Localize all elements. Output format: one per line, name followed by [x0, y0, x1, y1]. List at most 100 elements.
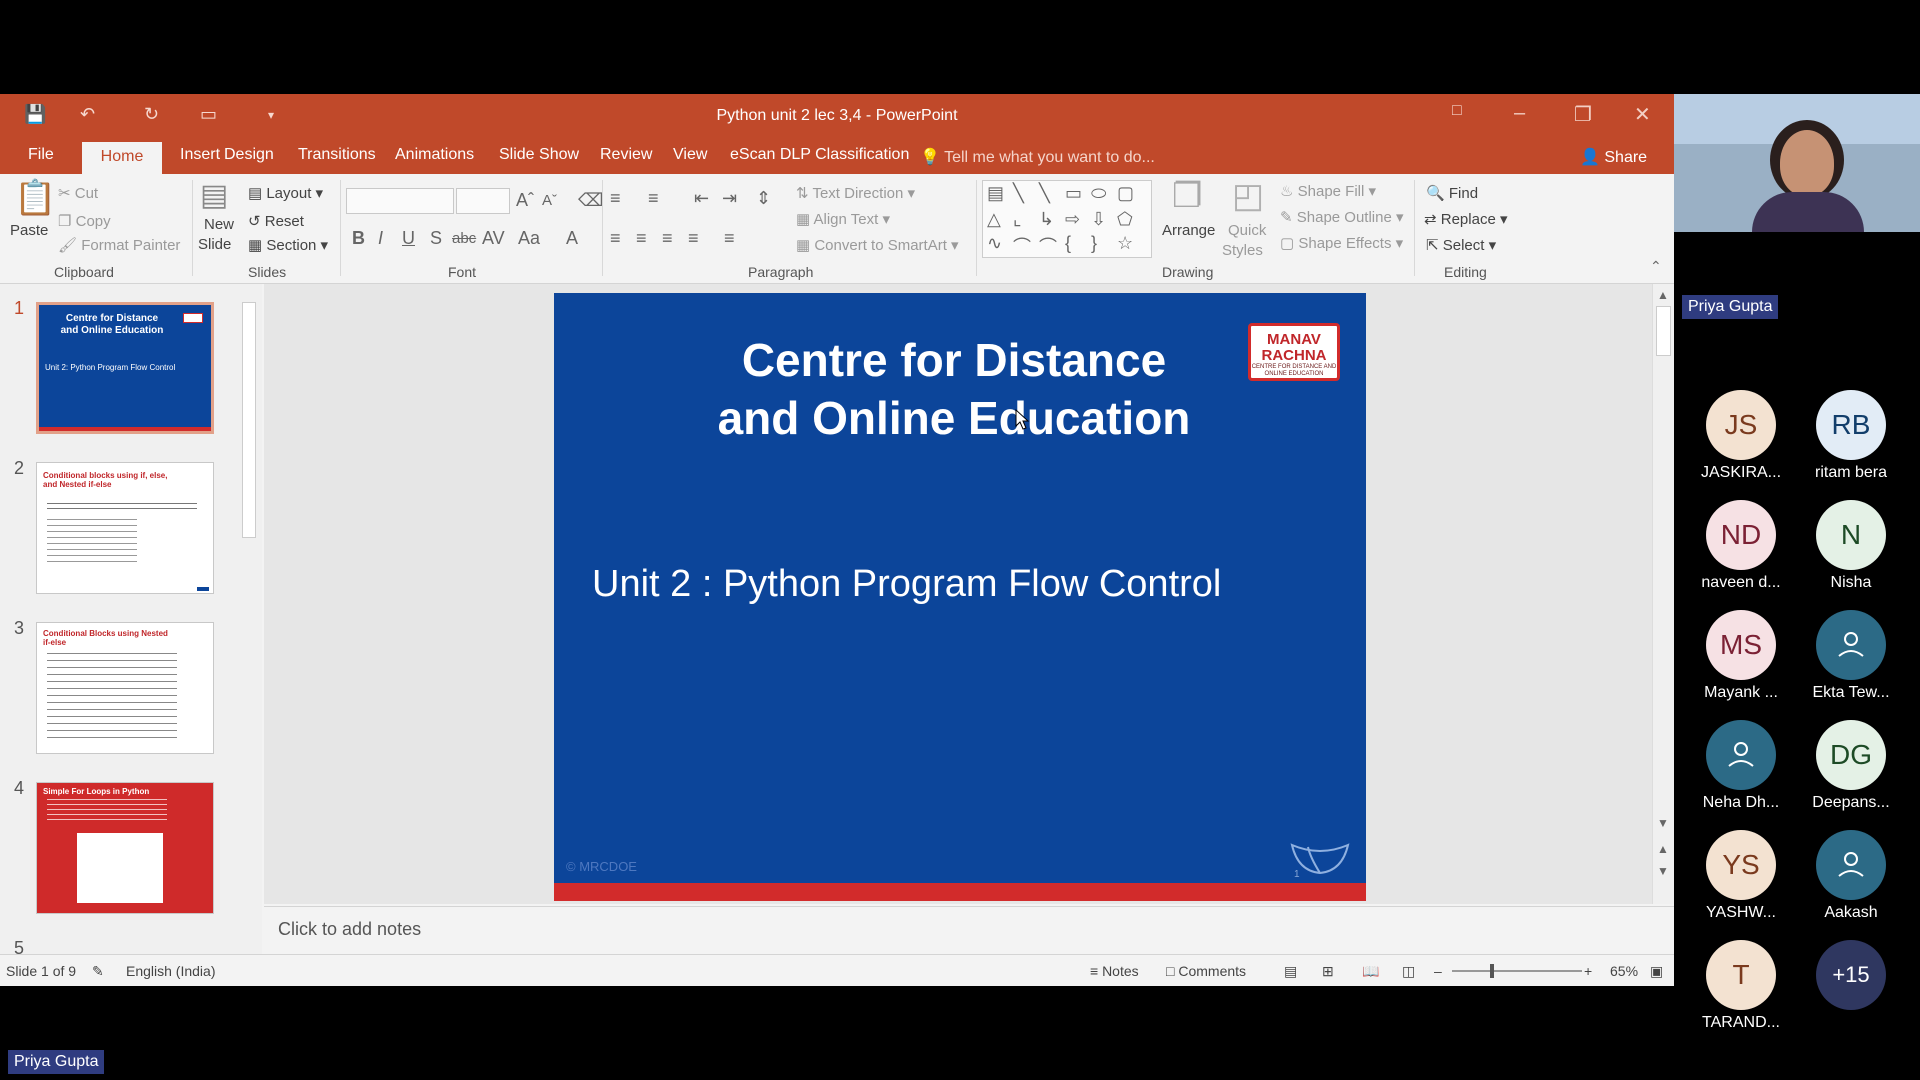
participant-tile[interactable]: Ekta Tew... [1806, 610, 1896, 702]
shape-outline-button[interactable]: ✎ Shape Outline ▾ [1280, 208, 1404, 226]
thumbnail-slide-3[interactable]: Conditional Blocks using Nested if-else [36, 622, 214, 754]
tab-escan[interactable]: eScan DLP Classification [730, 146, 909, 164]
align-center-icon[interactable]: ≡ [636, 228, 647, 249]
zoom-out-icon[interactable]: – [1434, 963, 1442, 979]
elbow-connector-icon[interactable]: ⌞ [1013, 209, 1021, 230]
tab-home[interactable]: Home [82, 142, 162, 174]
fit-to-window-icon[interactable]: ▣ [1650, 963, 1663, 980]
tab-slideshow[interactable]: Slide Show [499, 146, 579, 164]
notes-button[interactable]: ≡ Notes [1090, 963, 1139, 979]
line-shape-icon[interactable]: ╲ [1013, 183, 1024, 204]
thumbnail-slide-4[interactable]: Simple For Loops in Python [36, 782, 214, 914]
align-left-icon[interactable]: ≡ [610, 228, 621, 249]
slide-scrollbar[interactable]: ▲ ▼ ▲ ▼ [1652, 284, 1674, 904]
font-color-icon[interactable]: A [566, 228, 578, 249]
close-icon[interactable]: ✕ [1634, 102, 1651, 127]
participant-tile[interactable]: JS JASKIRA... [1696, 390, 1786, 482]
freeform-shape-icon[interactable]: ∿ [987, 233, 1002, 254]
participant-tile[interactable]: N Nisha [1806, 500, 1896, 592]
columns-icon[interactable]: ≡ [724, 228, 735, 249]
participant-tile[interactable]: MS Mayank ... [1696, 610, 1786, 702]
thumbnails-scroll-thumb[interactable] [242, 302, 256, 538]
char-spacing-icon[interactable]: AV [482, 228, 505, 249]
slide-subtitle[interactable]: Unit 2 : Python Program Flow Control [592, 563, 1221, 606]
slide-sorter-icon[interactable]: ⊞ [1322, 963, 1334, 980]
share-button[interactable]: 👤 Share [1580, 147, 1647, 167]
reading-view-icon[interactable]: 📖 [1362, 963, 1379, 980]
tell-me-search[interactable]: 💡 Tell me what you want to do... [920, 147, 1155, 167]
quick-styles-button[interactable]: Quick [1228, 222, 1266, 239]
shape-effects-button[interactable]: ▢ Shape Effects ▾ [1280, 234, 1403, 252]
shape-fill-button[interactable]: ♨ Shape Fill ▾ [1280, 182, 1376, 200]
zoom-in-icon[interactable]: + [1584, 963, 1592, 979]
bold-icon[interactable]: B [352, 228, 365, 249]
participant-tile[interactable]: DG Deepans... [1806, 720, 1896, 812]
change-case-icon[interactable]: Aa [518, 228, 540, 249]
tab-review[interactable]: Review [600, 146, 652, 164]
participant-tile[interactable]: YS YASHW... [1696, 830, 1786, 922]
underline-icon[interactable]: U [402, 228, 415, 249]
increase-indent-icon[interactable]: ⇥ [722, 188, 737, 209]
font-name-input[interactable] [346, 188, 454, 214]
slide-scroll-thumb[interactable] [1656, 306, 1671, 356]
rounded-rect-shape-icon[interactable]: ▢ [1117, 183, 1134, 204]
quick-styles-icon[interactable]: ◰ [1232, 176, 1264, 216]
scroll-down-icon[interactable]: ▼ [1657, 816, 1669, 830]
numbering-icon[interactable]: ≡ [648, 188, 659, 209]
align-right-icon[interactable]: ≡ [662, 228, 673, 249]
elbow-arrow-icon[interactable]: ↳ [1039, 209, 1054, 230]
oval-shape-icon[interactable]: ⬭ [1091, 183, 1106, 204]
arrow-line-shape-icon[interactable]: ╲ [1039, 183, 1050, 204]
notes-placeholder[interactable]: Click to add notes [278, 919, 421, 940]
participant-tile[interactable]: +15 [1806, 940, 1896, 1014]
slide-title[interactable]: Centre for Distance and Online Education [674, 331, 1234, 447]
format-painter-button[interactable]: 🖌 Format Painter [58, 236, 180, 254]
section-button[interactable]: ▦ Section ▾ [248, 236, 328, 254]
pentagon-shape-icon[interactable]: ⬠ [1117, 209, 1133, 230]
left-brace-shape-icon[interactable]: { [1065, 233, 1071, 254]
next-slide-icon[interactable]: ▼ [1657, 864, 1669, 878]
copy-button[interactable]: ❐ Copy [58, 212, 111, 230]
shapes-gallery[interactable]: ▤ ╲ ╲ ▭ ⬭ ▢ △ ⌞ ↳ ⇨ ⇩ ⬠ ∿ ⌒ ⌒ { } ☆ [982, 180, 1152, 258]
tab-design[interactable]: Design [224, 146, 274, 164]
zoom-slider[interactable] [1452, 964, 1582, 978]
paste-button[interactable]: Paste [10, 222, 48, 239]
collapse-ribbon-icon[interactable]: ⌃ [1650, 258, 1662, 275]
align-text-button[interactable]: ▦ Align Text ▾ [796, 210, 890, 228]
ribbon-display-icon[interactable]: □ [1452, 102, 1462, 120]
participant-tile[interactable]: Aakash [1806, 830, 1896, 922]
participant-tile[interactable]: RB ritam bera [1806, 390, 1896, 482]
participant-tile[interactable]: ND naveen d... [1696, 500, 1786, 592]
thumbnail-slide-2[interactable]: Conditional blocks using if, else, and N… [36, 462, 214, 594]
thumbnails-scrollbar[interactable] [240, 284, 258, 954]
normal-view-icon[interactable]: ▤ [1284, 963, 1297, 980]
quick-styles-button-line2[interactable]: Styles [1222, 242, 1263, 259]
right-arrow-shape-icon[interactable]: ⇨ [1065, 209, 1080, 230]
justify-icon[interactable]: ≡ [688, 228, 699, 249]
shadow-icon[interactable]: S [430, 228, 442, 249]
cut-button[interactable]: ✂ Cut [58, 184, 98, 202]
tab-view[interactable]: View [673, 146, 707, 164]
convert-smartart-button[interactable]: ▦ Convert to SmartArt ▾ [796, 236, 959, 254]
notes-pane[interactable]: Click to add notes [264, 906, 1674, 954]
select-button[interactable]: ⇱ Select ▾ [1426, 236, 1496, 254]
participant-tile[interactable]: Neha Dh... [1696, 720, 1786, 812]
paste-icon[interactable]: 📋 [14, 178, 56, 218]
strikethrough-icon[interactable]: abc [452, 230, 476, 247]
current-slide[interactable]: Centre for Distance and Online Education… [554, 293, 1366, 901]
bullets-icon[interactable]: ≡ [610, 188, 621, 209]
reset-button[interactable]: ↺ Reset [248, 212, 304, 230]
arrange-icon[interactable]: ❐ [1172, 176, 1202, 216]
down-arrow-shape-icon[interactable]: ⇩ [1091, 209, 1106, 230]
tab-animations[interactable]: Animations [395, 146, 474, 164]
triangle-shape-icon[interactable]: △ [987, 209, 1001, 230]
slideshow-view-icon[interactable]: ◫ [1402, 963, 1415, 980]
shrink-font-icon[interactable]: Aˇ [542, 192, 557, 209]
thumbnail-slide-1[interactable]: Centre for Distance and Online Education… [36, 302, 214, 434]
scroll-up-icon[interactable]: ▲ [1657, 288, 1669, 302]
new-slide-button[interactable]: New [204, 216, 234, 233]
participant-tile[interactable]: T TARAND... [1696, 940, 1786, 1032]
spellcheck-icon[interactable]: ✎ [92, 963, 104, 980]
new-slide-button-line2[interactable]: Slide [198, 236, 231, 253]
zoom-slider-handle[interactable] [1490, 964, 1494, 978]
